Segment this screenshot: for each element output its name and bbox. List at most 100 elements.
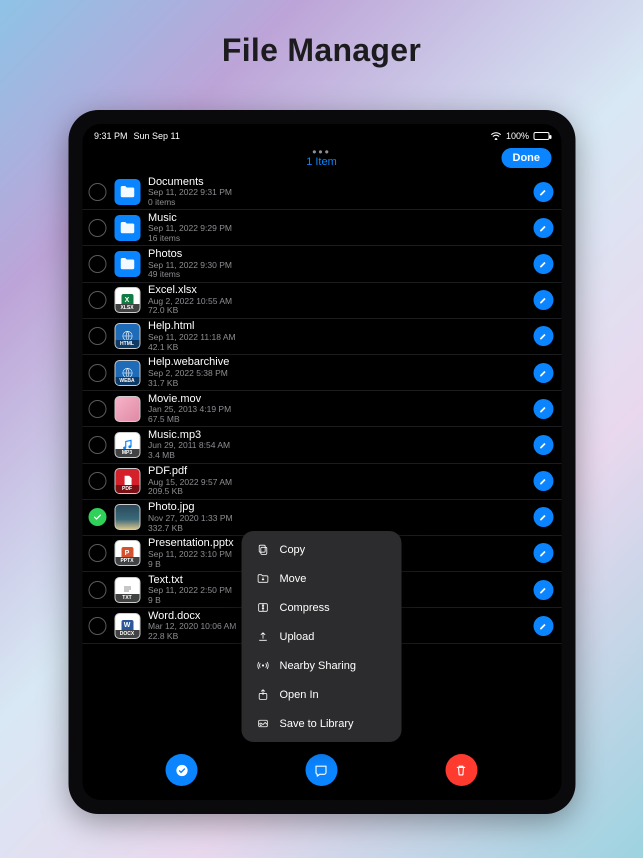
edit-button[interactable] <box>533 616 553 636</box>
selection-checkbox[interactable] <box>88 508 106 526</box>
file-thumbnail: HTML <box>114 323 140 349</box>
selection-checkbox[interactable] <box>88 544 106 562</box>
file-row[interactable]: MP3 Music.mp3 Jun 29, 2011 8:54 AM 3.4 M… <box>82 427 561 463</box>
menu-item-save[interactable]: Save to Library <box>242 709 402 738</box>
file-thumbnail: XXLSX <box>114 287 140 313</box>
nearby-icon <box>256 659 270 672</box>
file-row[interactable]: Movie.mov Jan 25, 2013 4:19 PM 67.5 MB <box>82 391 561 427</box>
file-size: 16 items <box>148 234 533 244</box>
file-thumbnail <box>114 504 140 530</box>
compress-icon <box>256 601 270 614</box>
nav-bar: ••• 1 Item Done <box>82 144 561 174</box>
selection-checkbox[interactable] <box>88 617 106 635</box>
upload-icon <box>256 630 270 643</box>
file-thumbnail: TXT <box>114 577 140 603</box>
file-date: Sep 11, 2022 9:30 PM <box>148 261 533 271</box>
menu-item-label: Save to Library <box>280 718 354 730</box>
file-thumbnail: PPPTX <box>114 540 140 566</box>
edit-button[interactable] <box>533 326 553 346</box>
menu-item-upload[interactable]: Upload <box>242 622 402 651</box>
done-button[interactable]: Done <box>502 148 552 168</box>
edit-button[interactable] <box>533 580 553 600</box>
selection-checkbox[interactable] <box>88 364 106 382</box>
menu-item-compress[interactable]: Compress <box>242 593 402 622</box>
file-size: 49 items <box>148 270 533 280</box>
menu-item-label: Open In <box>280 689 319 701</box>
edit-button[interactable] <box>533 254 553 274</box>
context-menu: CopyMove Compress Upload Nearby Sharing Open… <box>242 531 402 742</box>
menu-item-nearby[interactable]: Nearby Sharing <box>242 651 402 680</box>
file-date: Nov 27, 2020 1:33 PM <box>148 514 533 524</box>
file-name: PDF.pdf <box>148 465 533 478</box>
status-time: 9:31 PM <box>94 131 128 141</box>
selection-checkbox[interactable] <box>88 436 106 454</box>
file-row[interactable]: XXLSX Excel.xlsx Aug 2, 2022 10:55 AM 72… <box>82 283 561 319</box>
file-row[interactable]: HTML Help.html Sep 11, 2022 11:18 AM 42.… <box>82 319 561 355</box>
file-row[interactable]: WEBA Help.webarchive Sep 2, 2022 5:38 PM… <box>82 355 561 391</box>
file-row[interactable]: PDF PDF.pdf Aug 15, 2022 9:57 AM 209.5 K… <box>82 464 561 500</box>
file-size: 31.7 KB <box>148 379 533 389</box>
menu-item-move[interactable]: Move <box>242 564 402 593</box>
status-date: Sun Sep 11 <box>134 131 180 141</box>
battery-percent: 100% <box>506 131 529 141</box>
file-size: 209.5 KB <box>148 487 533 497</box>
menu-item-label: Compress <box>280 602 330 614</box>
selection-checkbox[interactable] <box>88 400 106 418</box>
openin-icon <box>256 688 270 701</box>
edit-button[interactable] <box>533 218 553 238</box>
edit-button[interactable] <box>533 399 553 419</box>
selection-checkbox[interactable] <box>88 255 106 273</box>
selection-checkbox[interactable] <box>88 581 106 599</box>
status-bar: 9:31 PM Sun Sep 11 100% <box>82 124 561 144</box>
edit-button[interactable] <box>533 182 553 202</box>
file-thumbnail: WDOCX <box>114 613 140 639</box>
file-name: Photos <box>148 248 533 261</box>
battery-icon <box>533 132 549 140</box>
edit-button[interactable] <box>533 507 553 527</box>
file-size: 42.1 KB <box>148 343 533 353</box>
folder-icon <box>114 179 140 205</box>
file-date: Jan 25, 2013 4:19 PM <box>148 405 533 415</box>
file-size: 72.0 KB <box>148 306 533 316</box>
delete-button[interactable] <box>445 754 477 786</box>
file-thumbnail: MP3 <box>114 432 140 458</box>
file-name: Photo.jpg <box>148 501 533 514</box>
selection-checkbox[interactable] <box>88 472 106 490</box>
selection-checkbox[interactable] <box>88 219 106 237</box>
file-date: Sep 2, 2022 5:38 PM <box>148 369 533 379</box>
file-date: Sep 11, 2022 9:31 PM <box>148 188 533 198</box>
file-size: 67.5 MB <box>148 415 533 425</box>
copy-icon <box>256 543 270 556</box>
menu-item-openin[interactable]: Open In <box>242 680 402 709</box>
selection-checkbox[interactable] <box>88 183 106 201</box>
file-size: 0 items <box>148 198 533 208</box>
edit-button[interactable] <box>533 290 553 310</box>
file-row[interactable]: Photos Sep 11, 2022 9:30 PM 49 items <box>82 246 561 282</box>
folder-icon <box>114 215 140 241</box>
file-date: Aug 15, 2022 9:57 AM <box>148 478 533 488</box>
device-frame: 9:31 PM Sun Sep 11 100% ••• 1 Item Done <box>68 110 575 814</box>
select-all-button[interactable] <box>166 754 198 786</box>
file-row[interactable]: Music Sep 11, 2022 9:29 PM 16 items <box>82 210 561 246</box>
edit-button[interactable] <box>533 471 553 491</box>
file-thumbnail: WEBA <box>114 360 140 386</box>
file-date: Jun 29, 2011 8:54 AM <box>148 441 533 451</box>
menu-item-copy[interactable]: Copy <box>242 535 402 564</box>
edit-button[interactable] <box>533 435 553 455</box>
selection-checkbox[interactable] <box>88 291 106 309</box>
wifi-icon <box>491 131 502 142</box>
file-date: Sep 11, 2022 9:29 PM <box>148 224 533 234</box>
folder-icon <box>114 251 140 277</box>
file-row[interactable]: Documents Sep 11, 2022 9:31 PM 0 items <box>82 174 561 210</box>
menu-item-label: Upload <box>280 631 315 643</box>
file-name: Excel.xlsx <box>148 284 533 297</box>
actions-button[interactable] <box>305 754 337 786</box>
save-icon <box>256 717 270 730</box>
edit-button[interactable] <box>533 363 553 383</box>
move-icon <box>256 572 270 585</box>
selection-checkbox[interactable] <box>88 327 106 345</box>
selection-count: 1 Item <box>306 156 337 168</box>
edit-button[interactable] <box>533 543 553 563</box>
more-icon[interactable]: ••• <box>312 148 331 156</box>
bottom-toolbar <box>82 746 561 800</box>
